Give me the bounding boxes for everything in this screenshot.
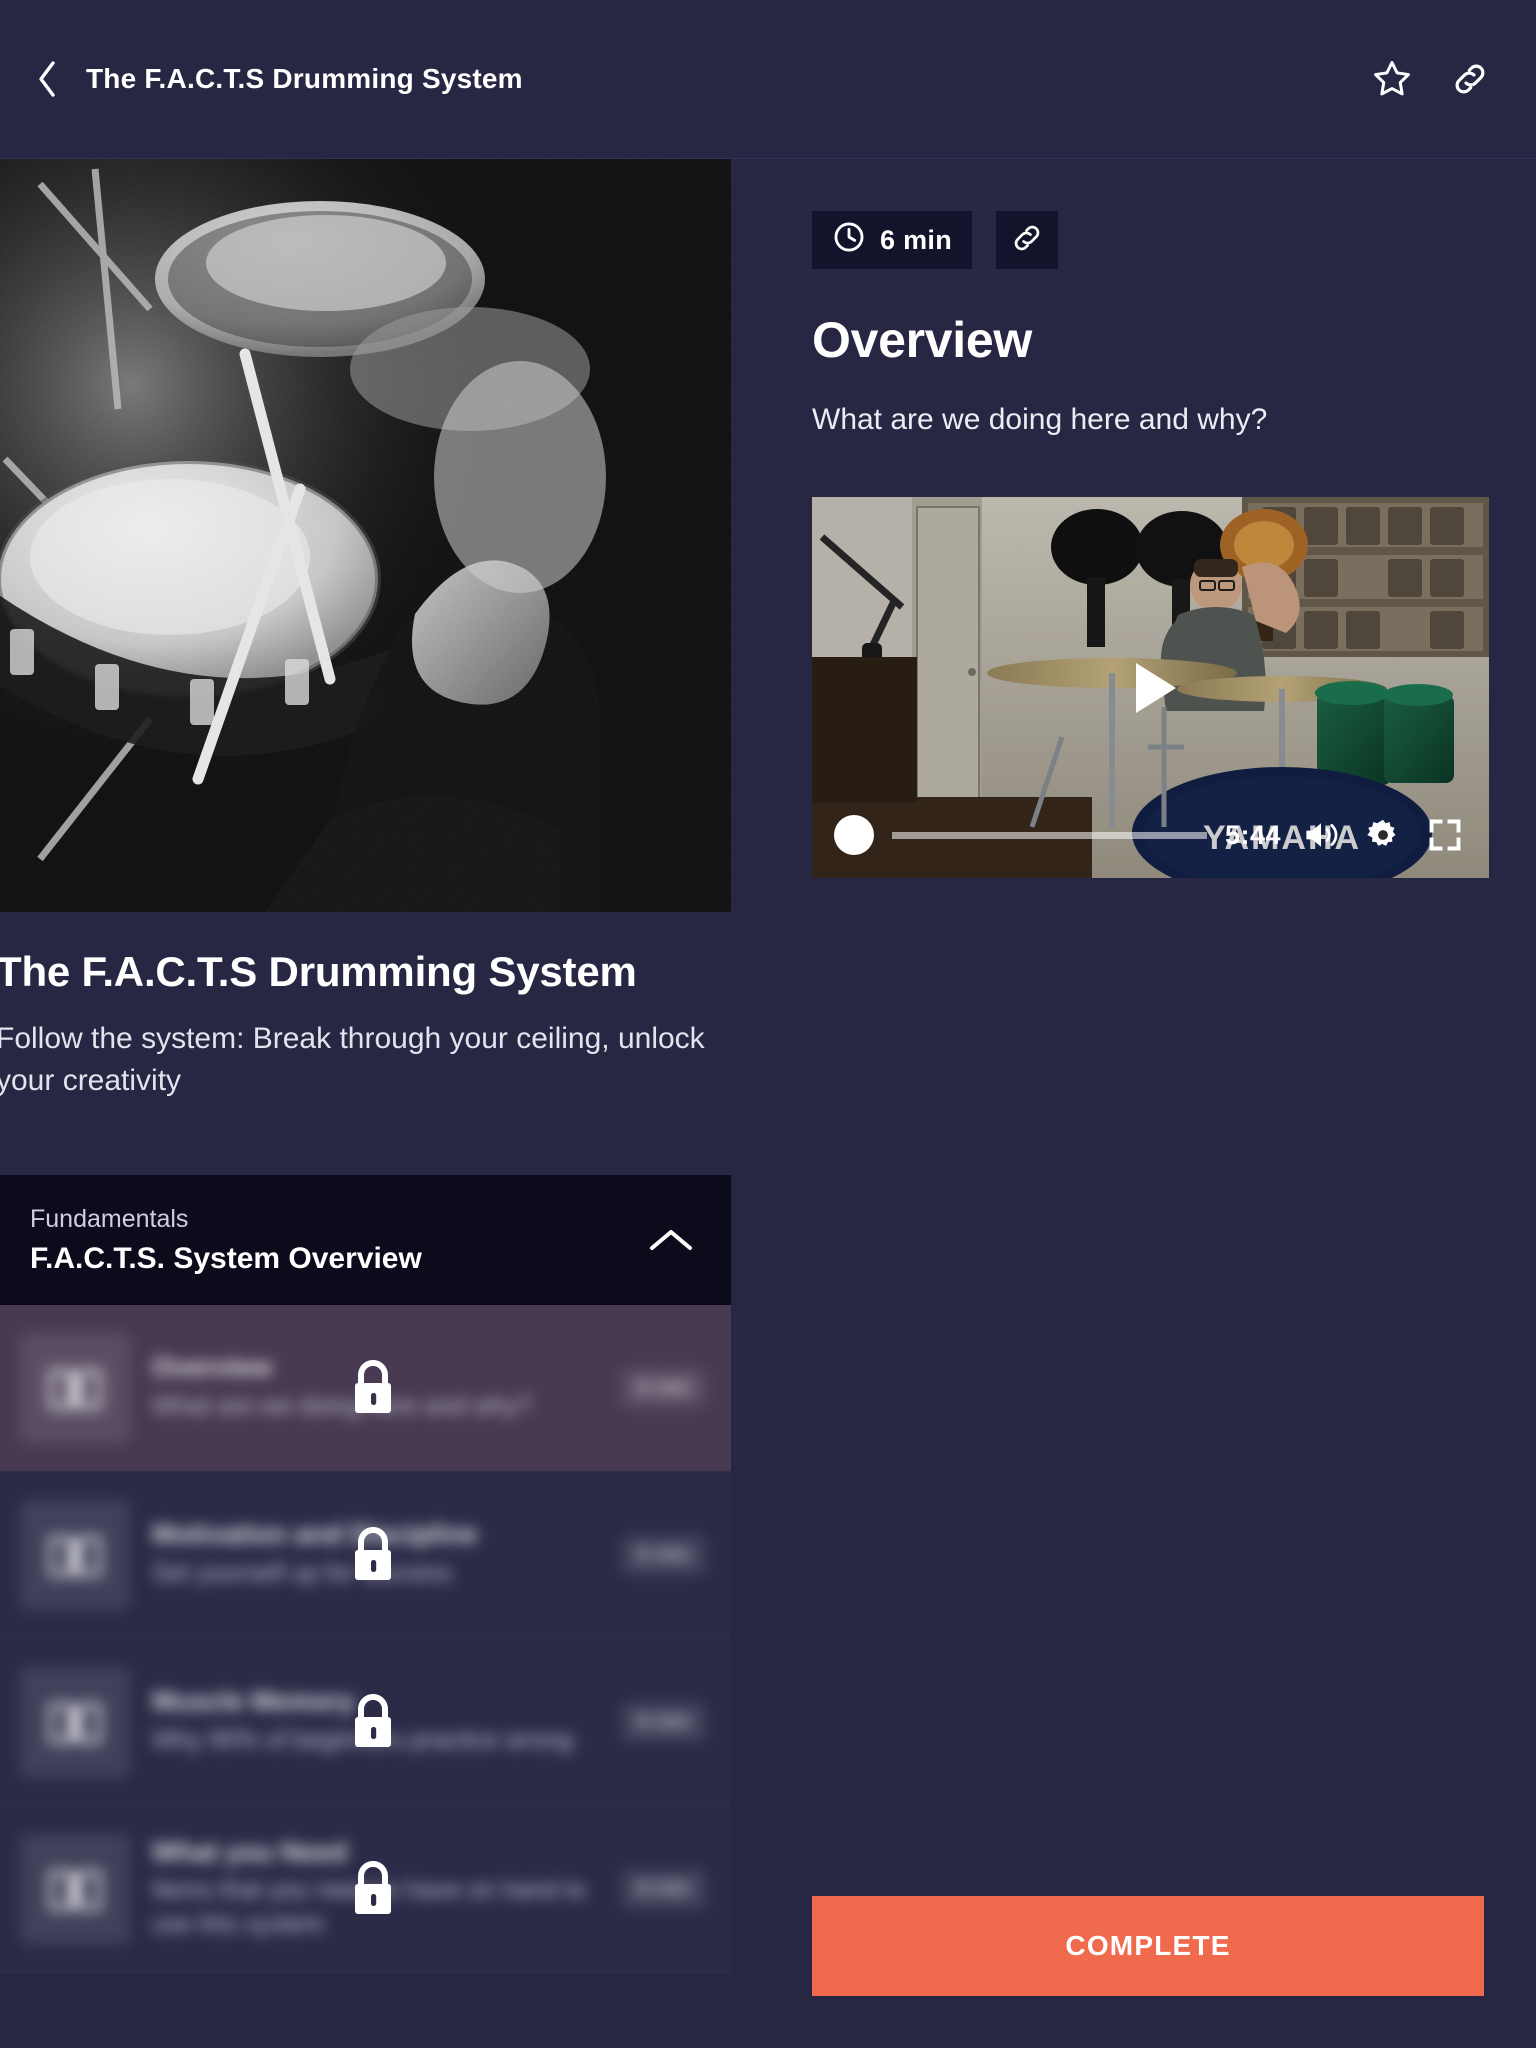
lesson-list: Overview What are we doing here and why?… [0,1305,731,1974]
page-title: The F.A.C.T.S Drumming System [86,63,523,94]
lock-icon [345,1858,401,1920]
complete-button[interactable]: COMPLETE [812,1896,1484,1996]
lesson-list-item[interactable]: What you Need Items that you need to hav… [0,1806,731,1974]
course-subtitle: Follow the system: Break through your ce… [0,1021,705,1098]
share-link-button[interactable] [996,211,1059,269]
course-info-block: The F.A.C.T.S Drumming System Follow the… [0,912,731,1103]
video-player[interactable]: YAMAHA 5:44 [812,497,1489,878]
lock-icon [345,1691,401,1753]
book-icon [20,1500,130,1611]
gear-icon[interactable] [1361,813,1405,857]
fullscreen-icon[interactable] [1423,813,1467,857]
lesson-list-item[interactable]: Motivation and Discipline Set yourself u… [0,1472,731,1640]
section-title: F.A.C.T.S. System Overview [30,1241,422,1275]
time-remaining: 5:44 [1224,819,1281,850]
lesson-detail-description: What are we doing here and why? [812,403,1268,436]
lock-icon [345,1357,401,1419]
book-icon [20,1333,130,1444]
book-icon [20,1667,130,1778]
clock-icon [832,220,866,261]
link-icon[interactable] [1448,57,1492,101]
play-icon[interactable] [1105,642,1197,734]
section-header-fundamentals[interactable]: Fundamentals F.A.C.T.S. System Overview [0,1175,731,1306]
section-header-text: Fundamentals F.A.C.T.S. System Overview [30,1204,645,1275]
top-app-bar-left: The F.A.C.T.S Drumming System [0,57,523,101]
course-title: The F.A.C.T.S Drumming System [0,948,637,995]
star-outline-icon[interactable] [1370,57,1414,101]
course-player-screen: The F.A.C.T.S Drumming System The F.A.C.… [0,0,1536,2048]
volume-icon[interactable] [1299,813,1343,857]
top-app-bar: The F.A.C.T.S Drumming System [0,0,1536,159]
video-controls: 5:44 [812,792,1489,878]
lesson-duration: 6 min [621,1703,705,1742]
progress-scrubber-handle[interactable] [834,815,874,855]
course-sidebar: The F.A.C.T.S Drumming System Follow the… [0,159,731,2048]
lesson-duration: 6 min [621,1870,705,1909]
lesson-detail-title: Overview [812,312,1032,368]
lesson-list-item[interactable]: Muscle Memory Why 90% of beginners pract… [0,1639,731,1807]
link-icon [1010,221,1044,260]
chevron-left-icon[interactable] [30,57,64,101]
course-hero-image [0,159,731,912]
lesson-duration: 6 min [621,1369,705,1408]
duration-text: 6 min [880,224,953,255]
top-app-bar-actions [1370,57,1536,101]
lesson-list-item[interactable]: Overview What are we doing here and why?… [0,1305,731,1473]
chevron-up-icon[interactable] [645,1214,697,1266]
lesson-detail-panel: 6 min Overview What are we doing here an… [731,159,1536,2048]
duration-badge: 6 min [812,211,973,269]
book-icon [20,1834,130,1945]
lock-icon [345,1524,401,1586]
progress-bar-track[interactable] [892,831,1207,839]
lesson-meta-row: 6 min [812,211,1484,269]
lesson-duration: 6 min [621,1536,705,1575]
section-kicker: Fundamentals [30,1205,189,1234]
